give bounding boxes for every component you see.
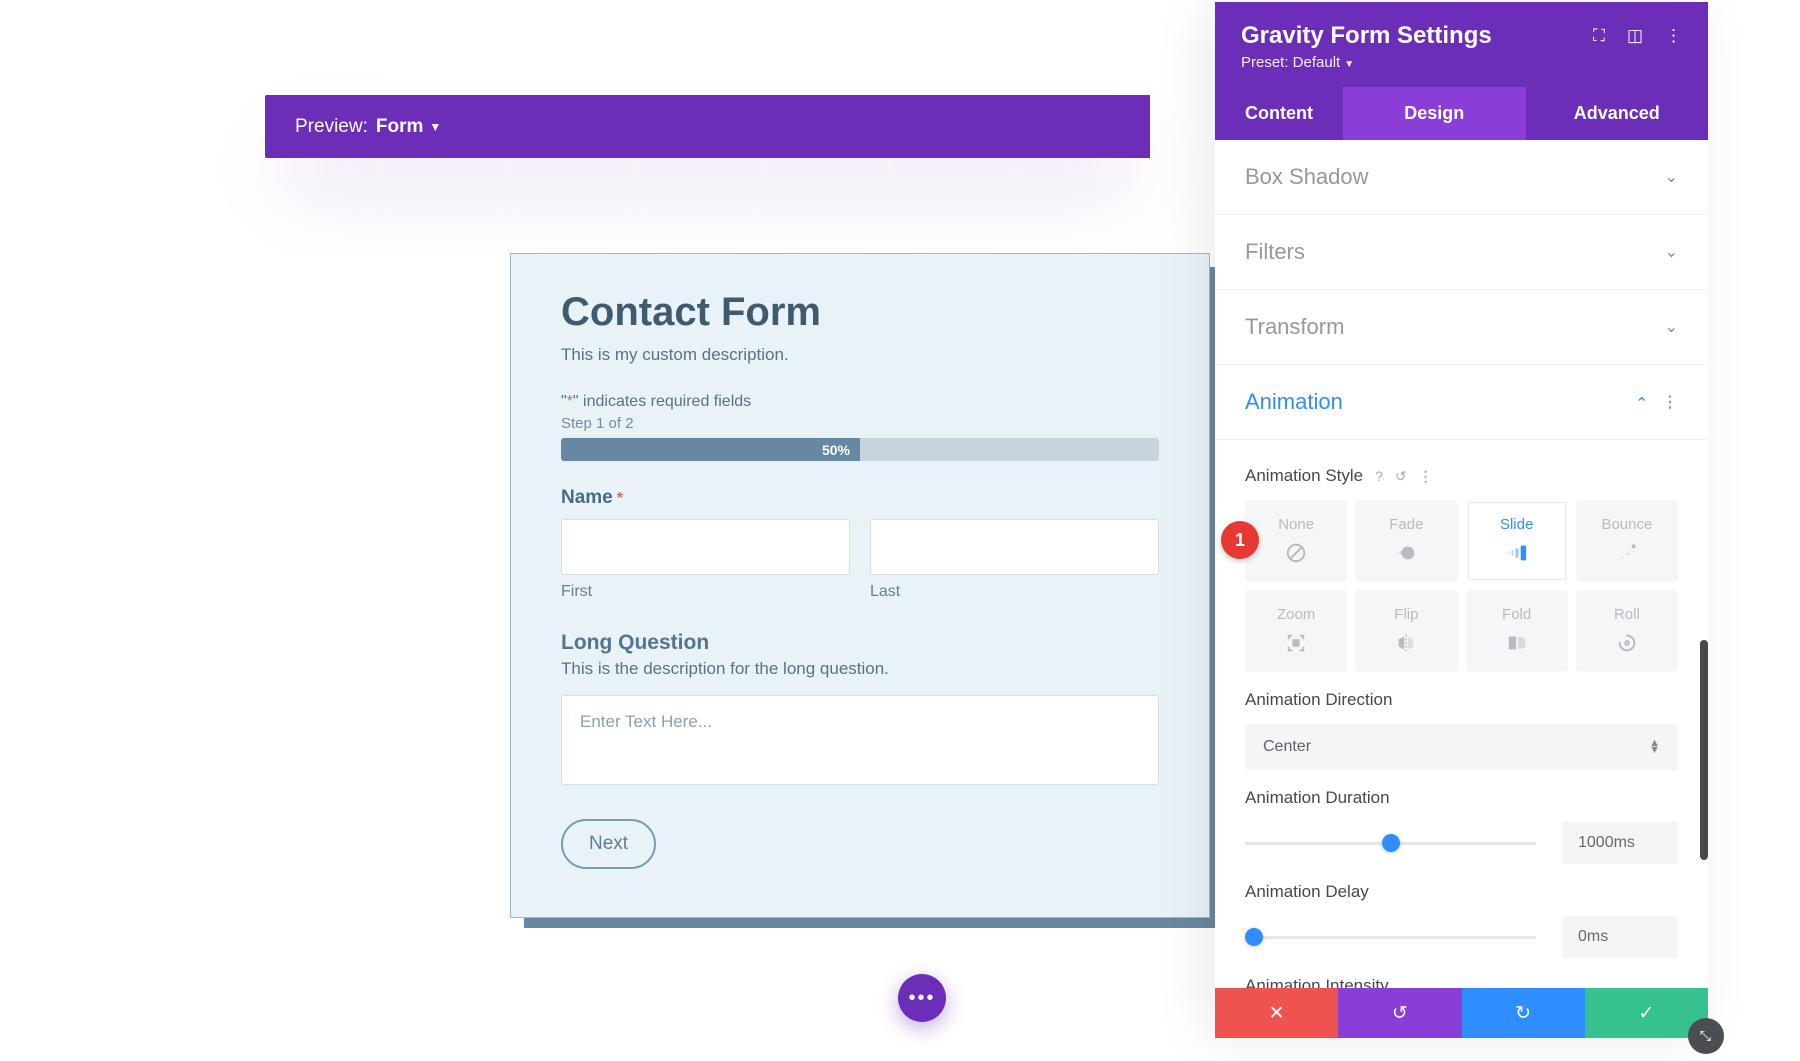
tab-content[interactable]: Content [1215,87,1343,140]
anim-style-roll[interactable]: Roll [1576,590,1678,672]
name-label: Name* [561,487,1159,509]
slide-icon [1504,540,1530,566]
animation-duration-label: Animation Duration [1245,788,1678,808]
kebab-icon[interactable]: ⋮ [1662,392,1678,412]
none-icon [1283,540,1309,566]
animation-section: Animation Style ? ↺ ⋮ None Fade Slide [1215,440,1708,988]
zoom-icon [1283,630,1309,656]
anim-style-bounce[interactable]: Bounce [1576,500,1678,582]
delay-slider[interactable] [1245,936,1536,939]
kebab-icon[interactable]: ⋮ [1665,26,1682,46]
required-note: "*" indicates required fields [561,393,1159,411]
help-icon[interactable]: ? [1375,468,1383,484]
form-preview: Contact Form This is my custom descripti… [510,253,1210,918]
panel-header: Gravity Form Settings Preset: Default▼ ⛶… [1215,2,1708,87]
accordion-filters[interactable]: Filters ⌄ [1215,215,1708,290]
tab-design[interactable]: Design [1343,87,1526,140]
first-sublabel: First [561,583,850,601]
anim-style-zoom[interactable]: Zoom [1245,590,1347,672]
anim-style-fold[interactable]: Fold [1466,590,1568,672]
select-arrows-icon: ▲▼ [1649,740,1660,754]
animation-style-grid: None Fade Slide Bounce Zoom [1245,500,1678,672]
panel-tabs: Content Design Advanced [1215,87,1708,140]
preview-label: Preview: [295,116,368,138]
focus-icon[interactable]: ⛶ [1593,26,1605,46]
fold-icon [1504,630,1530,656]
preview-value: Form [376,116,424,138]
bounce-icon [1614,540,1640,566]
chevron-down-icon: ⌄ [1665,317,1678,337]
slider-thumb[interactable] [1382,834,1400,852]
preset-selector[interactable]: Preset: Default▼ [1241,54,1593,71]
long-question-textarea[interactable]: Enter Text Here... [561,695,1159,785]
chevron-down-icon: ⌄ [1665,242,1678,262]
progress-fill: 50% [561,438,860,461]
next-button[interactable]: Next [561,819,656,869]
animation-style-label: Animation Style ? ↺ ⋮ [1245,466,1678,486]
animation-direction-label: Animation Direction [1245,690,1678,710]
form-title: Contact Form [561,290,1159,335]
flip-icon [1393,630,1419,656]
anim-style-slide[interactable]: Slide [1466,500,1568,582]
kebab-icon[interactable]: ⋮ [1419,468,1433,485]
tab-advanced[interactable]: Advanced [1526,87,1709,140]
panel-body: Box Shadow ⌄ Filters ⌄ Transform ⌄ Anima… [1215,140,1708,988]
duration-slider[interactable] [1245,842,1536,845]
chevron-up-icon: ⌄ [1635,392,1648,412]
reset-icon[interactable]: ↺ [1395,468,1407,485]
slider-thumb[interactable] [1245,928,1263,946]
undo-button[interactable]: ↺ [1338,988,1461,1038]
animation-intensity-label: Animation Intensity [1245,976,1678,988]
long-question-title: Long Question [561,631,1159,655]
more-fab-button[interactable]: ••• [898,974,946,1022]
columns-icon[interactable]: ◫ [1627,26,1643,46]
roll-icon [1614,630,1640,656]
long-question-desc: This is the description for the long que… [561,659,1159,679]
accordion-animation[interactable]: Animation ⌄ ⋮ [1215,365,1708,440]
anim-style-none[interactable]: None [1245,500,1347,582]
anim-style-flip[interactable]: Flip [1355,590,1457,672]
chevron-down-icon: ⌄ [1665,167,1678,187]
progress-bar: 50% [561,438,1159,461]
form-description: This is my custom description. [561,345,1159,365]
accordion-box-shadow[interactable]: Box Shadow ⌄ [1215,140,1708,215]
delay-value-input[interactable]: 0ms [1562,916,1678,958]
accordion-transform[interactable]: Transform ⌄ [1215,290,1708,365]
panel-title: Gravity Form Settings [1241,22,1593,50]
last-sublabel: Last [870,583,1159,601]
step-indicator: Step 1 of 2 [561,415,1159,432]
redo-button[interactable]: ↻ [1462,988,1585,1038]
caret-down-icon: ▼ [429,120,441,134]
last-name-input[interactable] [870,519,1159,575]
scrollbar-thumb[interactable] [1700,640,1708,860]
callout-badge-1: 1 [1221,521,1259,559]
anim-style-fade[interactable]: Fade [1355,500,1457,582]
settings-panel: Gravity Form Settings Preset: Default▼ ⛶… [1215,2,1708,1038]
duration-value-input[interactable]: 1000ms [1562,822,1678,864]
panel-footer: ✕ ↺ ↻ ✓ [1215,988,1708,1038]
animation-direction-select[interactable]: Center ▲▼ [1245,724,1678,770]
fade-icon [1393,540,1419,566]
close-button[interactable]: ✕ [1215,988,1338,1038]
animation-delay-label: Animation Delay [1245,882,1678,902]
first-name-input[interactable] [561,519,850,575]
preview-bar[interactable]: Preview: Form ▼ [265,95,1150,158]
